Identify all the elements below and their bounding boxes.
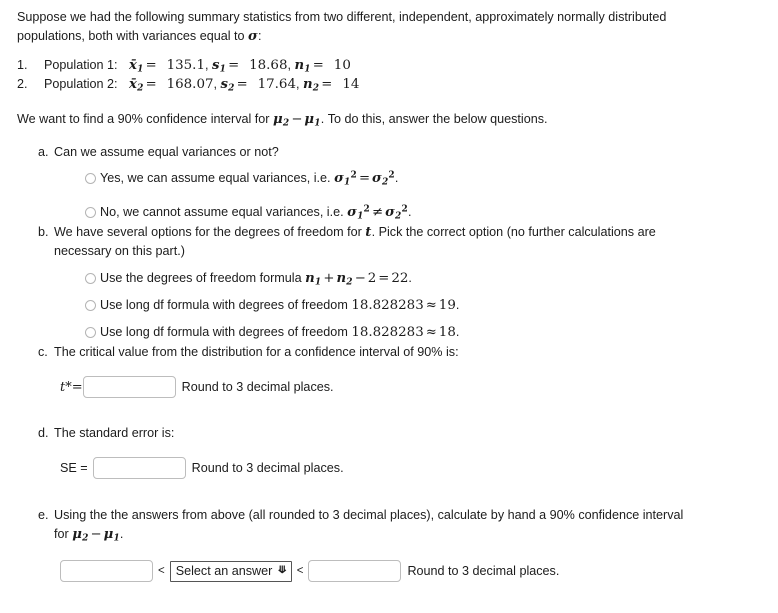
mu2-symbol: μ2	[272, 112, 290, 129]
part-a-text: Can we assume equal variances or not?	[54, 145, 279, 159]
part-b: b. We have several options for the degre…	[38, 223, 698, 261]
goal-statement: We want to find a 90% confidence interva…	[17, 110, 737, 129]
answer-select-dropdown[interactable]: Select an answer ⤋	[169, 560, 292, 582]
critical-value-row: t*= Round to 3 decimal places.	[60, 376, 334, 398]
part-b-letter: b.	[38, 225, 49, 239]
radio-button-icon[interactable]	[85, 327, 96, 338]
exercise-page: Suppose we had the following summary sta…	[0, 0, 778, 613]
sd-symbol: s2	[220, 77, 235, 94]
population-label: Population 2:	[44, 77, 118, 91]
ci-lower-bound-input[interactable]	[60, 560, 153, 582]
ci-upper-bound-input[interactable]	[308, 560, 402, 582]
mean-symbol: x̄2	[129, 77, 144, 94]
confidence-interval-row: < Select an answer ⤋ < Round to 3 decima…	[60, 560, 559, 582]
mean-symbol: x̄1	[129, 58, 144, 75]
part-c-letter: c.	[38, 345, 48, 359]
mu1-symbol: μ1	[103, 527, 120, 544]
sd-value: 17.64	[257, 77, 296, 92]
part-d: d. The standard error is:	[38, 424, 698, 443]
mu2-symbol: μ2	[72, 527, 89, 544]
mean-value: 135.1	[166, 58, 205, 73]
radio-button-icon[interactable]	[85, 300, 96, 311]
option-label: Use the degrees of freedom formula n1 + n2…	[100, 271, 412, 288]
sigma-symbol: σ	[248, 29, 258, 44]
n-value: 10	[333, 58, 351, 73]
rounding-note: Round to 3 decimal places.	[407, 564, 560, 578]
option-label: Use long df formula with degrees of free…	[100, 325, 460, 340]
sd-value: 18.68	[249, 58, 288, 73]
part-c-text: The critical value from the distribution…	[54, 345, 459, 359]
option-df-pooled[interactable]: Use the degrees of freedom formula n1 + n2…	[85, 270, 412, 287]
mu1-symbol: μ1	[304, 112, 321, 129]
part-e-letter: e.	[38, 508, 49, 522]
comma-1: ,	[213, 77, 217, 91]
option-df-long-18[interactable]: Use long df formula with degrees of free…	[85, 324, 459, 341]
sd-symbol: s1	[211, 58, 227, 75]
comma-2: ,	[287, 58, 291, 72]
comma-1: ,	[204, 58, 209, 72]
list-item: 2. Population 2: x̄2 = 168.07, s2 = 17.64, n…	[17, 77, 360, 94]
comma-2: ,	[295, 77, 300, 91]
radio-button-icon[interactable]	[85, 173, 96, 184]
n-value: 14	[342, 77, 360, 92]
option-equal-variances-no[interactable]: No, we cannot assume equal variances, i.…	[85, 204, 411, 221]
goal-text-after: . To do this, answer the below questions…	[320, 112, 548, 126]
radio-button-icon[interactable]	[85, 207, 96, 218]
part-a: a. Can we assume equal variances or not?	[38, 143, 698, 162]
intro-colon: :	[257, 29, 262, 43]
part-b-text: We have several options for the degrees …	[54, 225, 656, 258]
n-symbol: n1	[294, 58, 311, 75]
mean-value: 168.07	[166, 77, 214, 92]
t-star-label: t*=	[60, 379, 83, 395]
option-label: No, we cannot assume equal variances, i.…	[100, 204, 412, 222]
list-marker: 2.	[17, 77, 28, 91]
part-d-text: The standard error is:	[54, 426, 175, 440]
minus-operator: −	[291, 112, 303, 127]
dropdown-selected-value: Select an answer	[175, 564, 273, 578]
rounding-note: Round to 3 decimal places.	[191, 461, 344, 475]
option-label: Use long df formula with degrees of free…	[100, 298, 460, 313]
option-df-long-19[interactable]: Use long df formula with degrees of free…	[85, 297, 459, 314]
standard-error-input[interactable]	[92, 457, 186, 479]
part-d-letter: d.	[38, 426, 49, 440]
list-item: 1. Population 1: x̄1 = 135.1, s1 = 18.68, n1…	[17, 58, 351, 75]
list-marker: 1.	[17, 58, 28, 72]
n-symbol: n2	[302, 77, 320, 94]
chevron-down-icon: ⤋	[277, 565, 288, 576]
less-than-sign-1: <	[158, 565, 165, 577]
part-a-letter: a.	[38, 145, 49, 159]
radio-button-icon[interactable]	[85, 273, 96, 284]
part-c: c. The critical value from the distribut…	[38, 343, 698, 362]
population-list: 1. Population 1: x̄1 = 135.1, s1 = 18.68, n1…	[17, 56, 617, 94]
population-label: Population 1:	[44, 58, 118, 72]
option-equal-variances-yes[interactable]: Yes, we can assume equal variances, i.e.…	[85, 170, 398, 187]
less-than-sign-2: <	[296, 565, 304, 577]
part-e-text: Using the the answers from above (all ro…	[54, 508, 684, 544]
standard-error-label: SE =	[60, 461, 88, 475]
part-e: e. Using the the answers from above (all…	[38, 506, 698, 544]
intro-text: Suppose we had the following summary sta…	[17, 10, 667, 43]
critical-value-input[interactable]	[82, 376, 176, 398]
intro-paragraph: Suppose we had the following summary sta…	[17, 8, 727, 46]
rounding-note: Round to 3 decimal places.	[181, 380, 334, 394]
option-label: Yes, we can assume equal variances, i.e.…	[100, 170, 399, 188]
standard-error-row: SE = Round to 3 decimal places.	[60, 457, 344, 479]
goal-text-before: We want to find a 90% confidence interva…	[17, 112, 270, 126]
